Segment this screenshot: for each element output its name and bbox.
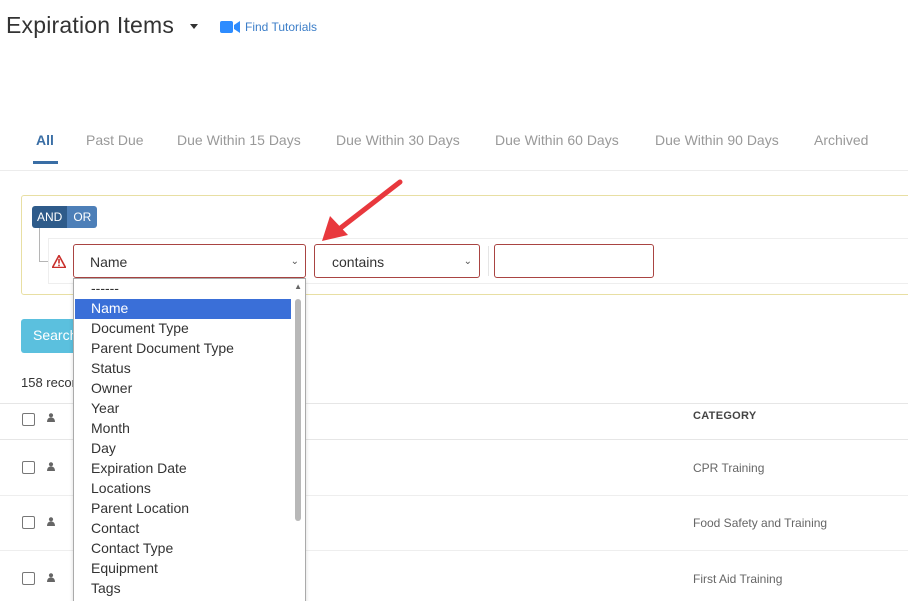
dropdown-option[interactable]: Parent Location <box>75 499 291 519</box>
dropdown-scrollbar[interactable]: ▲ <box>291 279 305 601</box>
divider <box>488 246 489 276</box>
person-icon <box>47 517 55 526</box>
video-camera-icon[interactable] <box>220 21 240 33</box>
filter-operator-value: contains <box>332 254 385 270</box>
active-tab-indicator <box>33 161 58 164</box>
annotation-arrow-icon <box>322 179 403 241</box>
dropdown-option[interactable]: Year <box>75 399 291 419</box>
and-or-toggle: AND OR <box>32 206 98 228</box>
dropdown-option[interactable]: Status <box>75 359 291 379</box>
or-button[interactable]: OR <box>67 206 98 228</box>
and-button[interactable]: AND <box>32 206 68 228</box>
filter-field-select[interactable]: Name ⌄ <box>73 244 306 278</box>
tab-past-due[interactable]: Past Due <box>86 132 144 148</box>
find-tutorials-link[interactable]: Find Tutorials <box>245 20 317 34</box>
filter-field-value: Name <box>90 254 128 270</box>
dropdown-option[interactable]: ------ <box>75 279 291 299</box>
filter-operator-select[interactable]: contains ⌄ <box>314 244 480 278</box>
dropdown-option[interactable]: Document Type <box>75 319 291 339</box>
page-title: Expiration Items <box>6 12 175 38</box>
row-checkbox[interactable] <box>22 516 35 529</box>
chevron-up-icon[interactable]: ▲ <box>294 282 302 291</box>
tab-due-15[interactable]: Due Within 15 Days <box>177 132 301 148</box>
dropdown-option[interactable]: Expiration Date <box>75 459 291 479</box>
tab-due-60[interactable]: Due Within 60 Days <box>495 132 619 148</box>
tab-archived[interactable]: Archived <box>814 132 868 148</box>
person-icon <box>47 413 55 422</box>
title-dropdown-caret-icon[interactable] <box>190 24 198 29</box>
dropdown-option[interactable]: Locations <box>75 479 291 499</box>
filter-value-input[interactable] <box>494 244 654 278</box>
table-row-category: Food Safety and Training <box>693 516 828 530</box>
row-checkbox[interactable] <box>22 461 35 474</box>
dropdown-option[interactable]: Contact Type <box>75 539 291 559</box>
dropdown-option[interactable]: Day <box>75 439 291 459</box>
filter-tabs: All Past Due Due Within 15 Days Due With… <box>0 130 908 171</box>
dropdown-option[interactable]: Tags <box>75 579 291 599</box>
person-icon <box>47 462 55 471</box>
table-row-category: CPR Training <box>693 461 765 475</box>
dropdown-option[interactable]: Parent Document Type <box>75 339 291 359</box>
rule-connector-line <box>39 228 40 262</box>
column-header-category[interactable]: CATEGORY <box>693 410 757 422</box>
dropdown-option[interactable]: Contact <box>75 519 291 539</box>
row-checkbox[interactable] <box>22 572 35 585</box>
scrollbar-thumb[interactable] <box>295 299 301 521</box>
table-row-category: First Aid Training <box>693 572 783 586</box>
tab-due-30[interactable]: Due Within 30 Days <box>336 132 460 148</box>
field-dropdown-list[interactable]: ------ Name Document Type Parent Documen… <box>73 278 306 601</box>
dropdown-option[interactable]: Month <box>75 419 291 439</box>
select-all-checkbox[interactable] <box>22 413 35 426</box>
chevron-down-icon: ⌄ <box>463 256 472 267</box>
dropdown-option[interactable]: Owner <box>75 379 291 399</box>
dropdown-option-selected[interactable]: Name <box>75 299 291 319</box>
search-button[interactable]: Search <box>21 319 81 353</box>
person-icon <box>47 573 55 582</box>
warning-icon <box>52 255 66 268</box>
tab-all[interactable]: All <box>36 132 54 148</box>
chevron-down-icon: ⌄ <box>290 256 299 267</box>
tab-due-90[interactable]: Due Within 90 Days <box>655 132 779 148</box>
dropdown-option[interactable]: Equipment <box>75 559 291 579</box>
